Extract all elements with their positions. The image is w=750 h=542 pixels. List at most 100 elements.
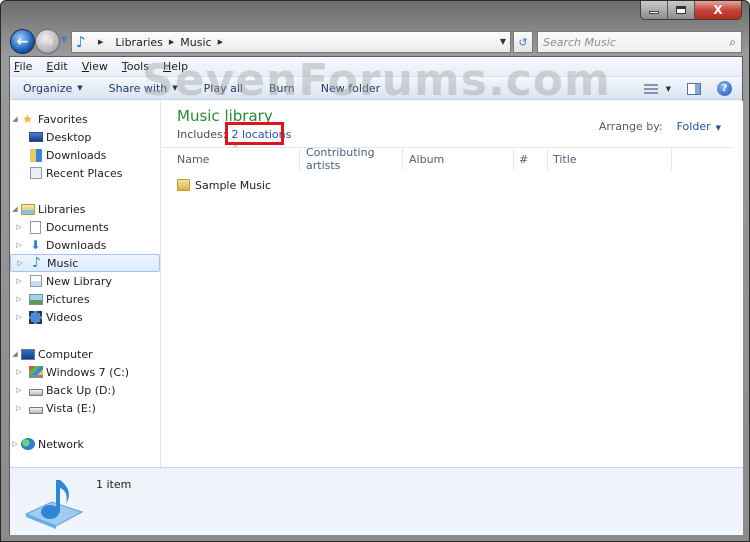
chevron-right-icon: ▶ <box>98 38 104 46</box>
organize-button[interactable]: Organize ▼ <box>23 82 83 95</box>
nav-label: Computer <box>38 347 93 361</box>
menu-view[interactable]: View <box>82 60 108 73</box>
arrange-by-label: Arrange by: <box>598 120 663 133</box>
column-header-track-number[interactable]: # <box>514 148 548 170</box>
play-all-button[interactable]: Play all <box>204 82 243 95</box>
breadcrumb-libraries-arrow[interactable]: ▶ <box>169 38 180 46</box>
windows-drive-icon <box>28 365 43 379</box>
address-bar[interactable]: ♪ ▶ Libraries ▶ Music ▶ ▼ <box>71 31 511 53</box>
menu-label: ile <box>19 60 33 73</box>
minimize-button[interactable] <box>641 1 668 19</box>
preview-pane-icon[interactable] <box>687 82 701 95</box>
libraries-icon <box>20 202 35 216</box>
includes-label: Includes: <box>177 128 227 141</box>
maximize-icon <box>676 6 686 14</box>
column-header-album[interactable]: Album <box>403 148 514 170</box>
nav-drive-c[interactable]: ▷ Windows 7 (C:) <box>10 363 160 381</box>
chevron-right-icon: ▶ <box>217 38 223 46</box>
breadcrumb-root-arrow[interactable]: ▶ <box>98 38 109 46</box>
nav-favorites-downloads[interactable]: Downloads <box>10 146 160 164</box>
hard-drive-icon <box>28 401 43 415</box>
collapsed-icon[interactable]: ▷ <box>10 223 28 231</box>
close-button[interactable]: X <box>695 1 741 19</box>
change-view-icon[interactable] <box>643 83 658 94</box>
nav-libraries[interactable]: ◢ Libraries <box>10 200 160 218</box>
menu-tools[interactable]: Tools <box>122 60 149 73</box>
maximize-button[interactable] <box>668 1 695 19</box>
recent-pages-button[interactable]: ▼ <box>61 35 67 44</box>
music-library-icon <box>24 480 84 529</box>
search-input[interactable]: Search Music ⌕ <box>537 31 742 53</box>
expanded-icon[interactable]: ◢ <box>10 350 20 358</box>
refresh-button[interactable]: ↺ <box>513 31 533 53</box>
collapsed-icon[interactable]: ▷ <box>11 259 29 267</box>
nav-drive-e[interactable]: ▷ Vista (E:) <box>10 399 160 417</box>
column-header-contributing-artists[interactable]: Contributing artists <box>300 146 403 172</box>
collapsed-icon[interactable]: ▷ <box>10 277 28 285</box>
nav-documents[interactable]: ▷ Documents <box>10 218 160 236</box>
column-header-title[interactable]: Title <box>548 148 672 170</box>
address-dropdown-button[interactable]: ▼ <box>500 37 506 46</box>
nav-label: Libraries <box>38 202 86 216</box>
chevron-down-icon: ▼ <box>715 124 721 132</box>
menu-edit[interactable]: Edit <box>46 60 67 73</box>
collapsed-icon[interactable]: ▷ <box>10 313 28 321</box>
nav-label: Documents <box>46 220 109 234</box>
expanded-icon[interactable]: ◢ <box>10 205 20 213</box>
breadcrumb-libraries[interactable]: Libraries <box>115 36 163 49</box>
back-button[interactable]: ← <box>10 29 35 54</box>
command-bar-right: ▼ ? <box>643 77 742 100</box>
search-placeholder: Search Music <box>543 35 616 49</box>
menu-help[interactable]: Help <box>163 60 188 73</box>
column-label: Name <box>177 152 210 166</box>
nav-label: Back Up (D:) <box>46 383 116 397</box>
menu-accel: V <box>81 60 90 73</box>
collapsed-icon[interactable]: ▷ <box>10 386 28 394</box>
star-icon: ★ <box>22 112 33 126</box>
nav-label: Music <box>47 256 79 270</box>
forward-button[interactable]: → <box>35 29 60 54</box>
menu-file[interactable]: File <box>14 60 32 73</box>
share-with-button[interactable]: Share with ▼ <box>109 82 178 95</box>
nav-network[interactable]: ▷ Network <box>10 435 160 453</box>
nav-desktop[interactable]: Desktop <box>10 128 160 146</box>
breadcrumb-music-arrow[interactable]: ▶ <box>218 38 229 46</box>
locations-link[interactable]: 2 locations <box>225 122 291 145</box>
network-icon <box>20 437 35 451</box>
download-arrow-icon: ⬇ <box>30 238 41 252</box>
nav-favorites[interactable]: ◢ ★ Favorites <box>10 110 160 128</box>
view-options-dropdown[interactable]: ▼ <box>666 85 671 93</box>
collapsed-icon[interactable]: ▷ <box>10 295 28 303</box>
nav-videos[interactable]: ▷ Videos <box>10 308 160 326</box>
burn-button[interactable]: Burn <box>269 82 295 95</box>
nav-music[interactable]: ▷ ♪ Music <box>10 254 160 272</box>
collapsed-icon[interactable]: ▷ <box>10 404 28 412</box>
nav-recent-places[interactable]: Recent Places <box>10 164 160 182</box>
nav-pictures[interactable]: ▷ Pictures <box>10 290 160 308</box>
column-header-name[interactable]: ^ Name <box>162 144 300 170</box>
help-icon[interactable]: ? <box>717 81 732 96</box>
nav-label: Vista (E:) <box>46 401 96 415</box>
minimize-icon <box>649 11 659 14</box>
new-folder-button[interactable]: New folder <box>321 82 380 95</box>
menu-accel: H <box>162 60 172 73</box>
library-icon <box>28 274 43 288</box>
arrange-by-value: Folder <box>676 120 711 133</box>
arrange-by-dropdown[interactable]: Folder ▼ <box>677 120 721 133</box>
nav-label: Videos <box>46 310 83 324</box>
breadcrumb-music[interactable]: Music <box>180 36 211 49</box>
search-icon[interactable]: ⌕ <box>729 35 736 50</box>
nav-drive-d[interactable]: ▷ Back Up (D:) <box>10 381 160 399</box>
nav-new-library[interactable]: ▷ New Library <box>10 272 160 290</box>
file-row[interactable]: Sample Music <box>177 175 271 195</box>
collapsed-icon[interactable]: ▷ <box>10 368 28 376</box>
nav-computer[interactable]: ◢ Computer <box>10 345 160 363</box>
nav-label: Desktop <box>46 130 92 144</box>
collapsed-icon[interactable]: ▷ <box>10 440 20 448</box>
hard-drive-icon <box>28 383 43 397</box>
nav-libraries-downloads[interactable]: ▷ ⬇ Downloads <box>10 236 160 254</box>
collapsed-icon[interactable]: ▷ <box>10 241 28 249</box>
expanded-icon[interactable]: ◢ <box>10 115 20 123</box>
nav-label: Recent Places <box>46 166 123 180</box>
chevron-down-icon: ▼ <box>172 84 178 92</box>
